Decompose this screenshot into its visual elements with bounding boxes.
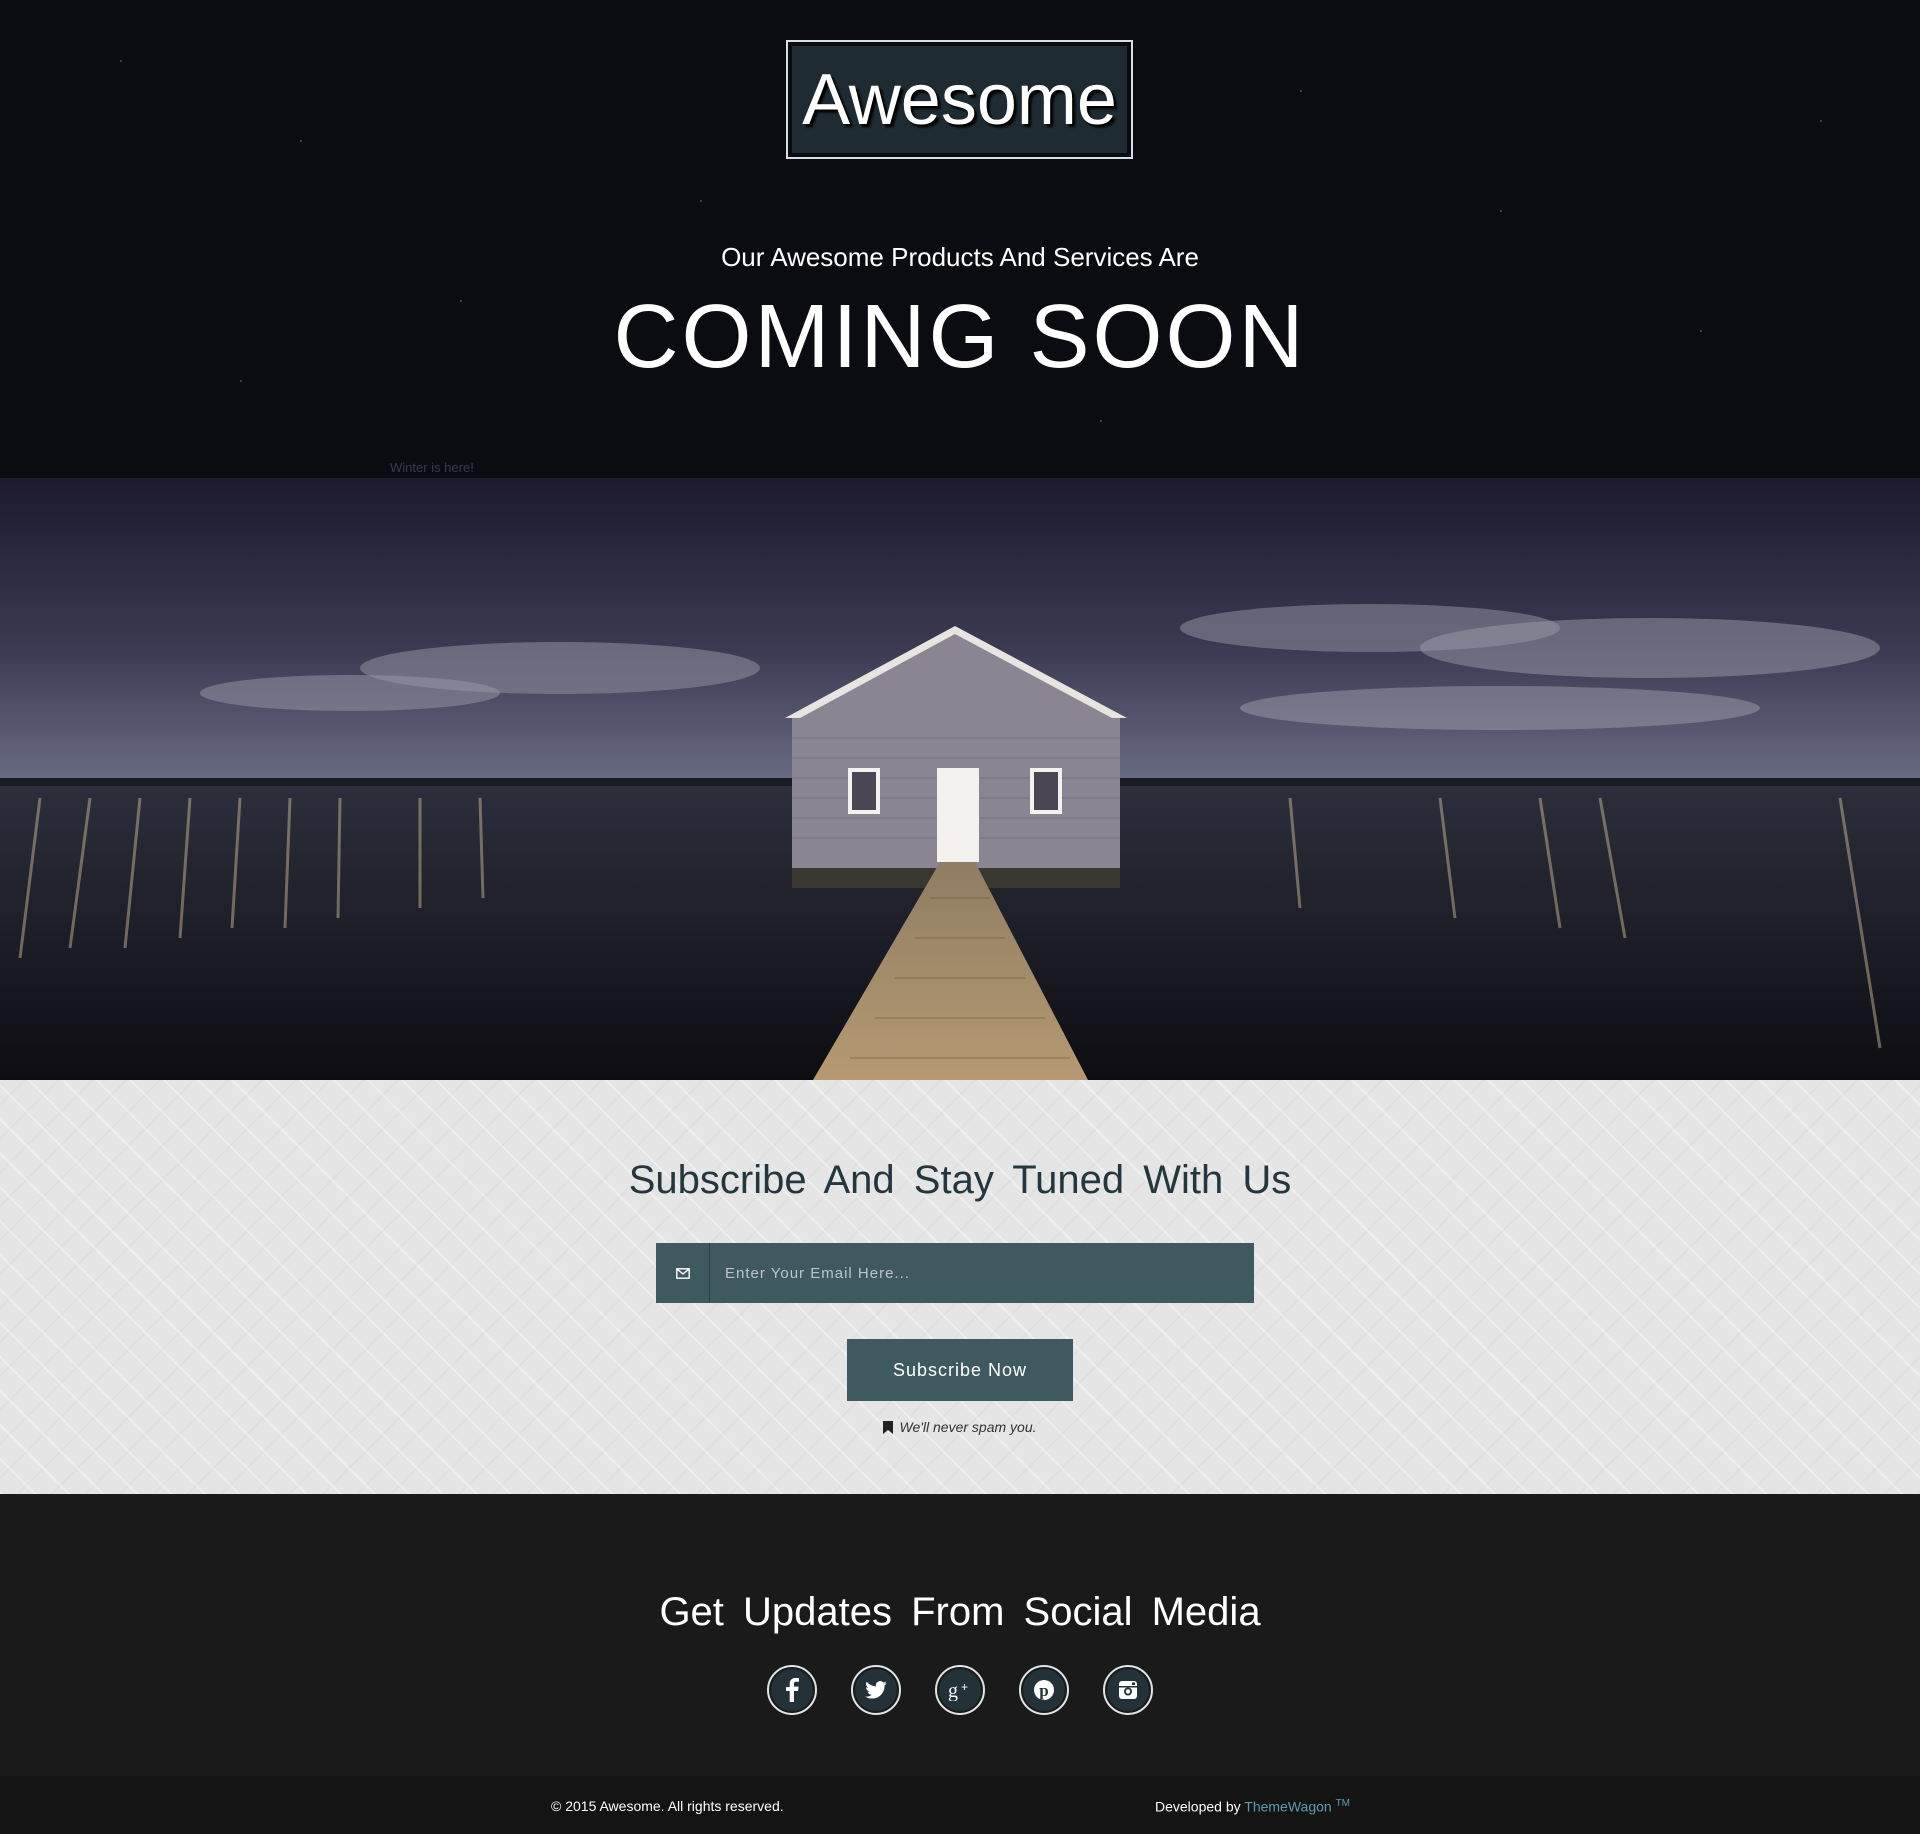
email-input[interactable] [710, 1243, 1254, 1303]
developed-by-label: Developed by [1155, 1798, 1241, 1815]
site-logo[interactable]: Awesome [786, 40, 1133, 159]
hero-tagline: Our Awesome Products And Services Are [721, 242, 1199, 272]
subscribe-title: Subscribe And Stay Tuned With Us [628, 1158, 1292, 1202]
spam-note-text: We'll never spam you. [899, 1419, 1037, 1435]
copyright-text: © 2015 Awesome. All rights reserved. [551, 1798, 784, 1814]
themewagon-link[interactable]: ThemeWagon [1244, 1799, 1331, 1815]
boathouse-illustration [0, 478, 1920, 1080]
envelope-icon [656, 1243, 710, 1303]
footer: © 2015 Awesome. All rights reserved. Dev… [0, 1776, 1920, 1834]
developer-credit: Developed by ThemeWagon TM [1155, 1798, 1350, 1815]
image-caption: Winter is here! [390, 460, 474, 475]
instagram-icon[interactable] [1103, 1665, 1153, 1715]
subscribe-section: Subscribe And Stay Tuned With Us Subscri… [0, 1080, 1920, 1494]
boathouse-photo [0, 478, 1920, 1080]
email-form-group [656, 1243, 1254, 1303]
facebook-icon[interactable] [767, 1665, 817, 1715]
social-icons: g + p [0, 1665, 1920, 1715]
pinterest-icon[interactable]: p [1019, 1665, 1069, 1715]
social-title: Get Updates From Social Media [659, 1590, 1261, 1634]
social-section: Get Updates From Social Media g + p [0, 1494, 1920, 1776]
svg-text:+: + [961, 1680, 968, 1694]
svg-text:g: g [948, 1680, 958, 1701]
bookmark-icon [883, 1421, 894, 1437]
svg-text:p: p [1039, 1681, 1048, 1700]
coming-soon-headline: COMING SOON [613, 287, 1307, 387]
twitter-icon[interactable] [851, 1665, 901, 1715]
hero-section: Awesome Our Awesome Products And Service… [0, 0, 1920, 478]
logo-text: Awesome [792, 46, 1127, 153]
google-plus-icon[interactable]: g + [935, 1665, 985, 1715]
spam-note: We'll never spam you. [0, 1419, 1920, 1437]
subscribe-button[interactable]: Subscribe Now [847, 1339, 1073, 1401]
trademark-mark: TM [1335, 1798, 1351, 1809]
